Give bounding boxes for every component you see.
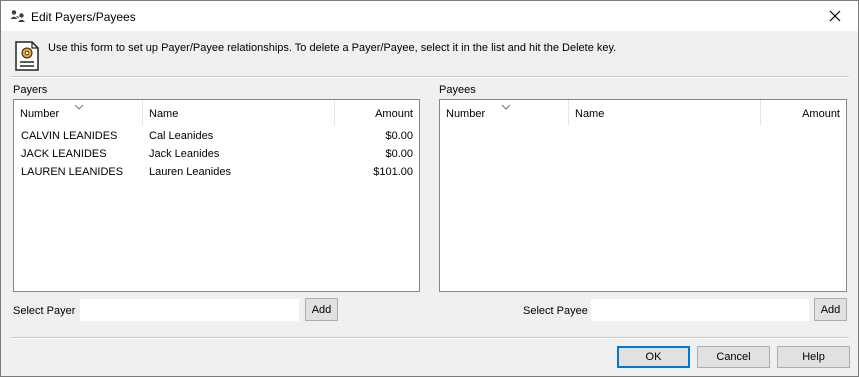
cell-name: Lauren Leanides xyxy=(149,166,231,178)
help-button[interactable]: Help xyxy=(777,346,850,368)
payees-list-header: Number Name Amount xyxy=(440,100,846,126)
select-payer-label: Select Payer xyxy=(13,305,76,317)
info-message: Use this form to set up Payer/Payee rela… xyxy=(48,42,617,54)
close-icon xyxy=(829,10,841,22)
window-title: Edit Payers/Payees xyxy=(31,10,136,24)
column-header-amount[interactable]: Amount xyxy=(335,100,419,126)
divider xyxy=(11,337,849,339)
form-settings-icon xyxy=(13,40,41,72)
column-header-name[interactable]: Name xyxy=(143,100,335,126)
column-header-name[interactable]: Name xyxy=(569,100,761,126)
table-row[interactable]: CALVIN LEANIDES Cal Leanides $0.00 xyxy=(14,127,419,145)
payees-list[interactable]: Number Name Amount xyxy=(439,99,847,292)
cell-name: Cal Leanides xyxy=(149,130,214,142)
cancel-button[interactable]: Cancel xyxy=(697,346,770,368)
cell-amount: $101.00 xyxy=(373,166,413,178)
column-header-amount[interactable]: Amount xyxy=(761,100,846,126)
edit-payers-payees-dialog: Edit Payers/Payees Use this form to set … xyxy=(0,0,859,377)
column-header-number[interactable]: Number xyxy=(14,100,143,126)
select-payee-input[interactable] xyxy=(591,299,809,321)
payers-list-header: Number Name Amount xyxy=(14,100,419,126)
column-header-number[interactable]: Number xyxy=(440,100,569,126)
cell-amount: $0.00 xyxy=(385,148,413,160)
payers-list[interactable]: Number Name Amount CALVIN LEANIDES Cal Le… xyxy=(13,99,420,292)
people-icon xyxy=(10,9,26,23)
table-row[interactable]: LAUREN LEANIDES Lauren Leanides $101.00 xyxy=(14,163,419,181)
title-bar: Edit Payers/Payees xyxy=(1,1,858,31)
cell-number: CALVIN LEANIDES xyxy=(21,130,118,142)
payees-label: Payees xyxy=(439,84,476,96)
cell-number: LAUREN LEANIDES xyxy=(21,166,124,178)
cell-number: JACK LEANIDES xyxy=(21,148,107,160)
add-payer-button[interactable]: Add xyxy=(305,298,338,321)
cell-amount: $0.00 xyxy=(385,130,413,142)
table-row[interactable]: JACK LEANIDES Jack Leanides $0.00 xyxy=(14,145,419,163)
select-payer-input[interactable] xyxy=(80,299,299,321)
close-button[interactable] xyxy=(812,1,858,31)
payers-label: Payers xyxy=(13,84,48,96)
add-payee-button[interactable]: Add xyxy=(814,298,847,321)
select-payee-label: Select Payee xyxy=(523,305,588,317)
divider xyxy=(11,76,849,78)
ok-button[interactable]: OK xyxy=(617,346,690,368)
cell-name: Jack Leanides xyxy=(149,148,220,160)
